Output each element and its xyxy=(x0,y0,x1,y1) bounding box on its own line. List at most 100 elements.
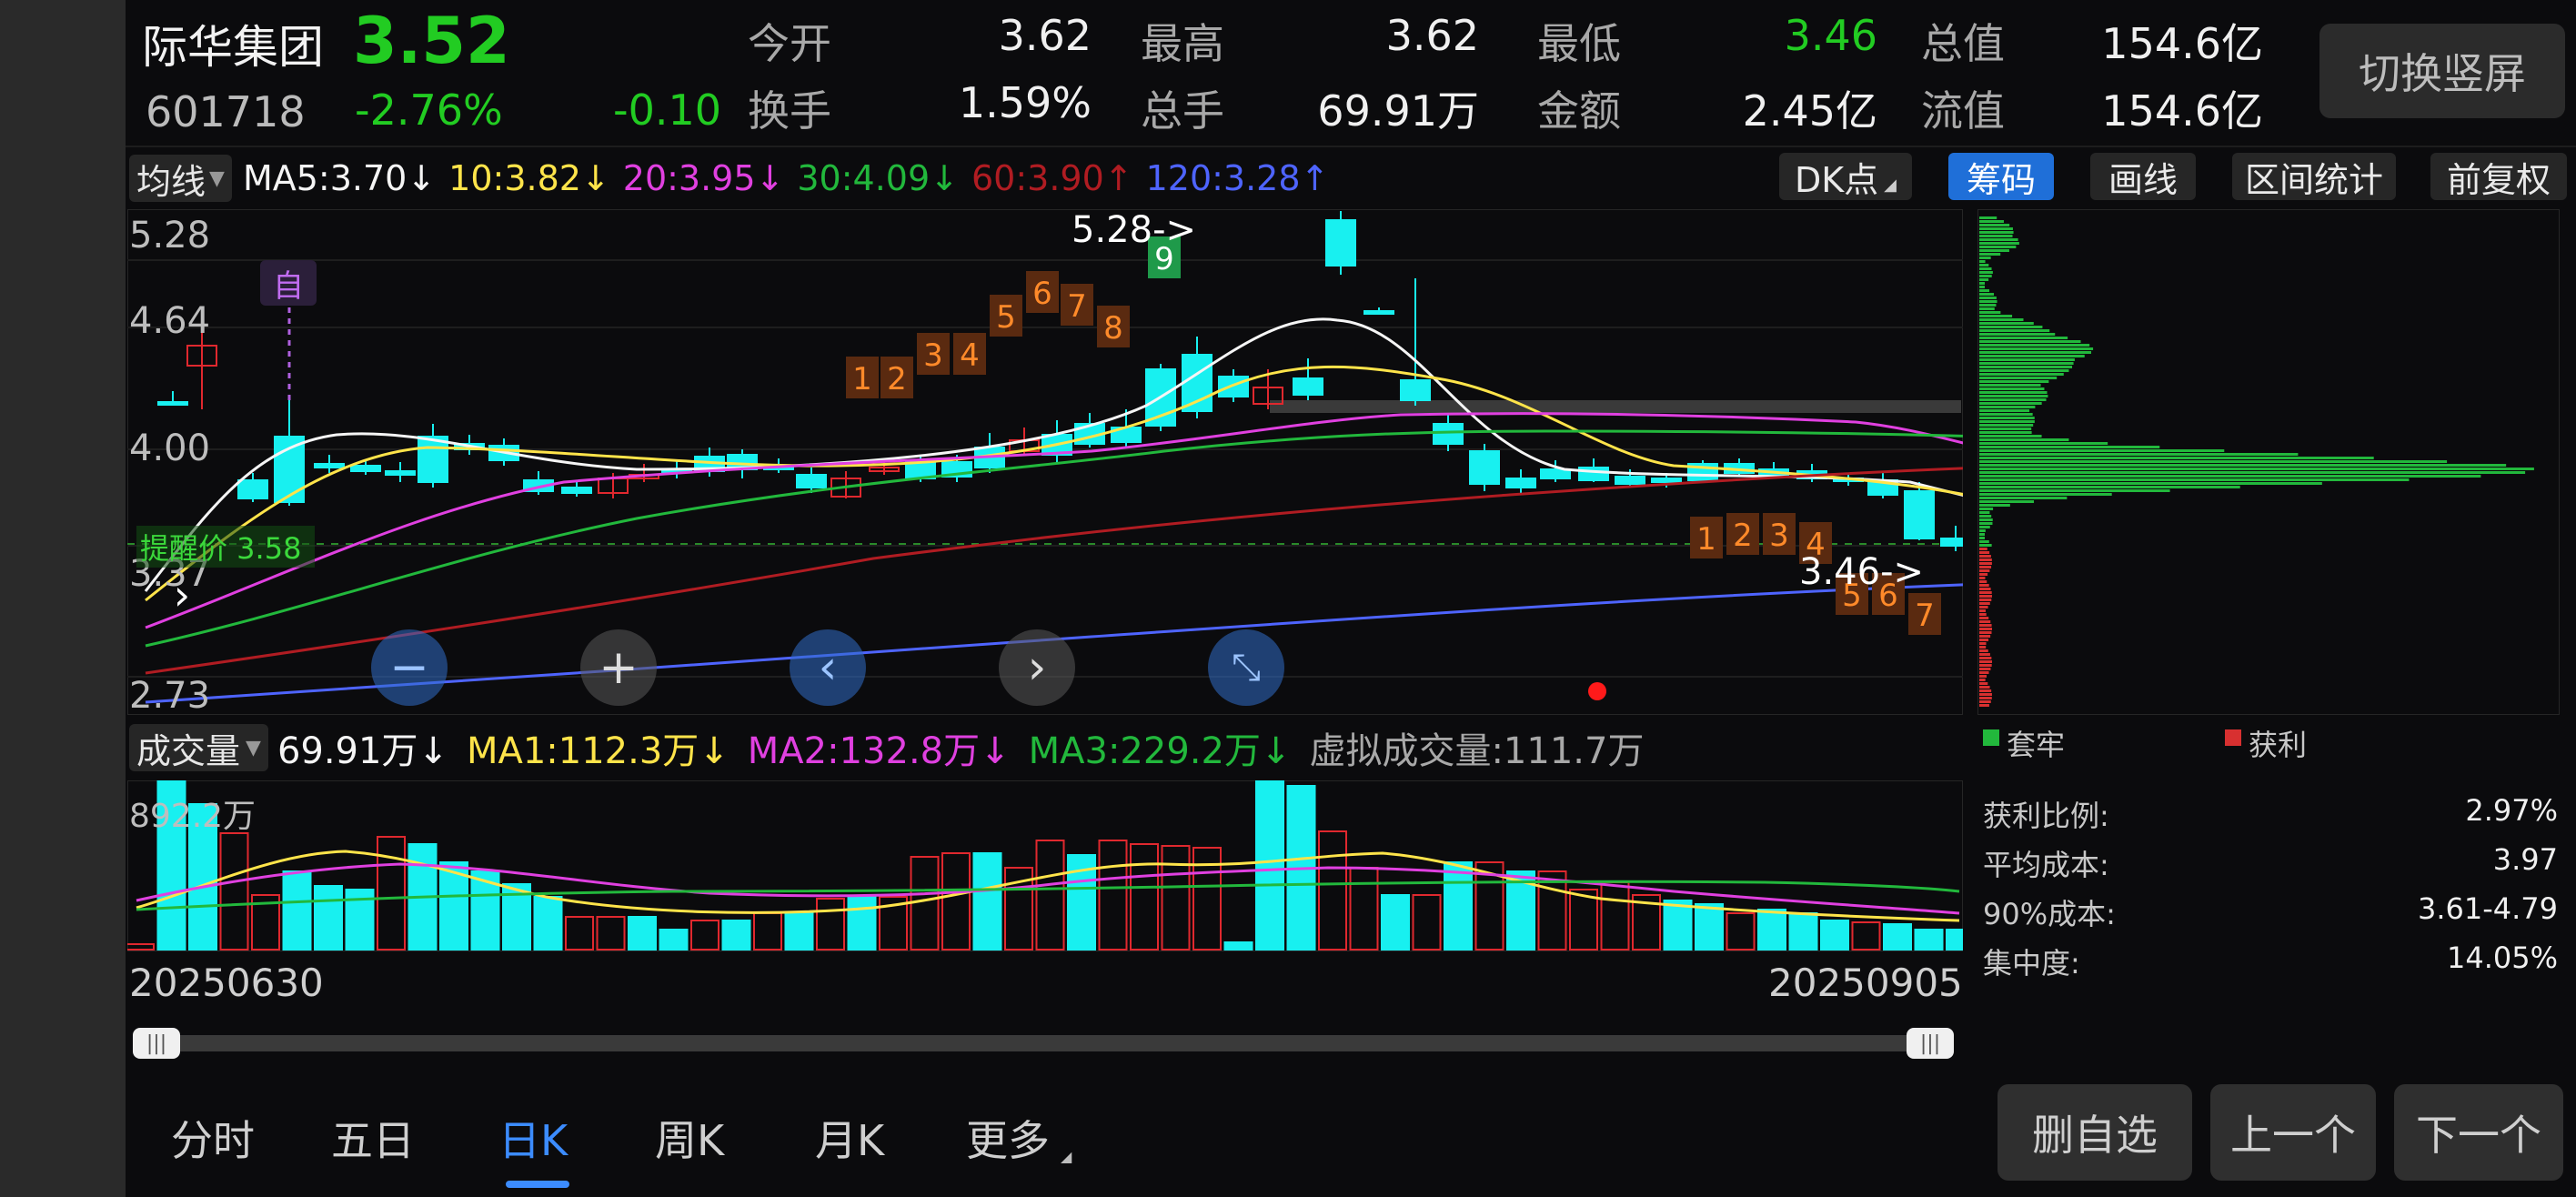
volume-legend: 成交量 ▼ 69.91万↓ MA1:112.3万↓ MA2:132.8万↓ MA… xyxy=(129,722,1644,773)
candle-body xyxy=(1218,376,1249,397)
chip-bar xyxy=(1979,253,2001,256)
volume-bar xyxy=(565,916,594,951)
chip-bar xyxy=(1979,609,1986,612)
header-divider xyxy=(126,146,2576,147)
ma-dropdown[interactable]: 均线 ▼ xyxy=(129,155,232,202)
chip-bar xyxy=(1979,278,1989,281)
chip-bar xyxy=(1979,631,1992,634)
stat-row: 90%成本: 3.61-4.79 xyxy=(1983,891,2558,933)
volume-max-label: 892.2万 xyxy=(129,798,257,835)
candle-body xyxy=(274,436,305,503)
volume-ma2: MA2:132.8万↓ xyxy=(747,730,1011,772)
chip-bar xyxy=(1979,577,1986,579)
chip-bar xyxy=(1979,337,2068,339)
ma-values: MA5:3.70↓ 10:3.82↓ 20:3.95↓ 30:4.09↓ 60:3.90… xyxy=(243,158,1342,198)
reset-zoom-icon[interactable]: ⤡ xyxy=(1208,629,1284,706)
period-tab[interactable]: 更多 xyxy=(966,1108,1050,1168)
candle-body xyxy=(1615,476,1645,485)
chip-bar xyxy=(1979,297,1997,299)
period-tab[interactable]: 月K xyxy=(815,1108,884,1168)
chip-bar xyxy=(1979,282,1985,285)
event-dot[interactable] xyxy=(1588,682,1606,700)
volume-bar xyxy=(1255,780,1284,951)
chip-bar xyxy=(1979,322,2034,325)
range-handle-left[interactable]: ||| xyxy=(133,1028,180,1059)
ma-value: 30:4.09↓ xyxy=(797,158,959,198)
chips-button[interactable]: 筹码 xyxy=(1948,153,2054,200)
range-handle-right[interactable]: ||| xyxy=(1907,1028,1954,1059)
stat-value: 14.05% xyxy=(2446,940,2558,975)
pre-adjust-button[interactable]: 前复权 xyxy=(2430,153,2567,200)
profit-legend-swatch xyxy=(2225,729,2241,746)
chip-bar xyxy=(1979,602,1990,605)
chip-distribution-chart xyxy=(1977,209,2560,715)
expand-arrow-icon[interactable]: › xyxy=(156,569,207,620)
chip-bar xyxy=(1979,431,2032,434)
chip-bar xyxy=(1979,373,2064,376)
chip-bar xyxy=(1979,457,2374,459)
draw-line-button[interactable]: 画线 xyxy=(2090,153,2196,200)
volume-bar xyxy=(1381,894,1410,951)
volume-chart[interactable] xyxy=(127,780,1963,951)
td-up-number: 2 xyxy=(887,361,907,397)
volume-bar xyxy=(1820,920,1849,951)
switch-portrait-button[interactable]: 切换竖屏 xyxy=(2319,24,2565,118)
chip-bar xyxy=(1979,624,1992,627)
active-tab-indicator xyxy=(506,1181,569,1188)
volume-bar xyxy=(219,832,249,951)
chip-bar xyxy=(1979,573,1988,576)
volume-bar xyxy=(628,916,657,951)
interval-stats-button[interactable]: 区间统计 xyxy=(2232,153,2396,200)
candle-body xyxy=(237,479,268,499)
chip-bar xyxy=(1979,387,2045,390)
stock-price: 3.52 xyxy=(353,4,510,78)
period-tab[interactable]: 周K xyxy=(655,1108,724,1168)
period-tab[interactable]: 日K xyxy=(498,1108,568,1168)
left-edge-panel xyxy=(0,0,126,1197)
trapped-legend-swatch xyxy=(1983,729,1999,746)
td-up-number: 6 xyxy=(1032,276,1052,312)
chip-bar xyxy=(1979,562,1992,565)
quote-label: 金额 xyxy=(1537,86,1621,136)
td-down-number: 3 xyxy=(1769,518,1789,554)
zoom-out-icon[interactable]: − xyxy=(371,629,448,706)
chip-bar xyxy=(1979,449,2225,452)
chip-bar xyxy=(1979,540,1989,543)
next-stock-button[interactable]: 下一个 xyxy=(2394,1084,2563,1181)
dk-point-button[interactable]: DK点 ◢ xyxy=(1779,153,1912,200)
end-date: 20250905 xyxy=(1768,961,1963,1005)
chip-bar xyxy=(1979,424,2034,427)
high-price-label: 5.28-> xyxy=(1072,209,1197,251)
chip-bar xyxy=(1979,595,1992,598)
chip-bar xyxy=(1979,606,1988,609)
zoom-in-icon[interactable]: + xyxy=(580,629,657,706)
period-tab[interactable]: 分时 xyxy=(171,1108,255,1168)
chip-bar xyxy=(1979,682,1988,685)
chip-bar xyxy=(1979,395,2048,397)
volume-bar xyxy=(1412,894,1442,951)
chip-bar xyxy=(1979,231,2014,234)
stat-value: 2.97% xyxy=(2465,793,2558,828)
chip-bar xyxy=(1979,216,1997,219)
remove-watchlist-button[interactable]: 删自选 xyxy=(1997,1084,2192,1181)
candle-body xyxy=(1469,450,1500,485)
volume-bar xyxy=(753,912,782,951)
scroll-left-icon[interactable]: ‹ xyxy=(790,629,866,706)
scroll-right-icon[interactable]: › xyxy=(999,629,1075,706)
chip-bar xyxy=(1979,311,2001,314)
volume-bar xyxy=(1223,941,1253,951)
period-tab[interactable]: 五日 xyxy=(331,1108,415,1168)
chip-bar xyxy=(1979,420,2035,423)
alert-price-tag[interactable]: 提醒价 3.58 xyxy=(136,526,315,568)
volume-dropdown[interactable]: 成交量 ▼ xyxy=(129,724,268,771)
chip-bar xyxy=(1979,475,2481,478)
chip-bar xyxy=(1979,267,1992,270)
change-amount: -0.10 xyxy=(613,86,722,135)
previous-stock-button[interactable]: 上一个 xyxy=(2210,1084,2376,1181)
chip-bar xyxy=(1979,249,2009,252)
chip-bar xyxy=(1979,598,1992,601)
chip-bar xyxy=(1979,329,2050,332)
volume-bar xyxy=(1695,903,1724,951)
range-slider-track[interactable] xyxy=(146,1035,1934,1051)
volume-bar xyxy=(533,896,563,951)
